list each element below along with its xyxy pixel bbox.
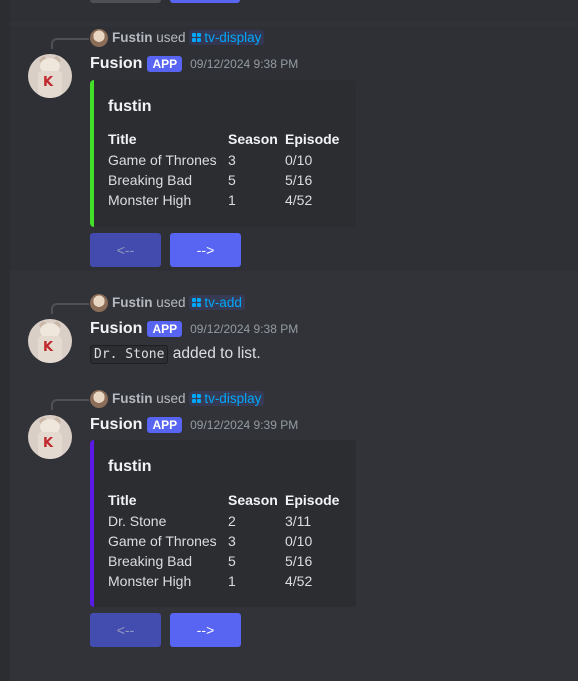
command-name: tv-add [204,295,242,310]
message-highlight [10,0,578,22]
field-value: 4/52 [285,192,313,208]
timestamp: 09/12/2024 9:39 PM [190,418,299,432]
slash-command-icon [192,298,201,307]
field-value: 3 [228,533,236,549]
field-value: 5 [228,553,236,569]
timestamp: 09/12/2024 9:38 PM [190,57,299,71]
reply-connector [51,303,89,314]
avatar[interactable]: K [28,54,72,98]
next-page-button[interactable]: --> [170,613,241,647]
reply-connector [51,38,89,49]
field-header: Title [108,492,137,508]
app-badge: APP [147,56,183,72]
inline-code: Dr. Stone [90,345,169,364]
field-value: Dr. Stone [108,513,167,529]
command-mention[interactable]: tv-display [189,30,265,45]
field-value: 0/10 [285,152,313,168]
author-name[interactable]: Fusion [90,416,142,434]
timestamp: 09/12/2024 9:38 PM [190,322,299,336]
field-value: Monster High [108,573,192,589]
prev-page-button[interactable]: <-- [90,613,161,647]
field-header: Episode [285,131,340,147]
left-gutter [0,0,10,681]
field-title: Title Game of Thrones Breaking Bad Monst… [108,128,217,210]
field-value: Breaking Bad [108,172,193,188]
field-header: Season [228,131,278,147]
message-content: Dr. Stone added to list. [90,345,261,364]
field-header: Season [228,492,278,508]
field-season: Season 2 3 5 1 [228,489,278,591]
field-value: 5/16 [285,172,313,188]
field-value: 2 [228,513,236,529]
field-value: 4/52 [285,573,313,589]
field-value: 0/10 [285,533,313,549]
field-value: Game of Thrones [108,533,217,549]
field-header: Title [108,131,137,147]
reply-used-label: used [156,30,186,45]
field-title: Title Dr. Stone Game of Thrones Breaking… [108,489,217,591]
embed-title: fustin [108,458,152,475]
field-header: Episode [285,492,340,508]
message-header: Fusion APP 09/12/2024 9:38 PM [90,320,298,338]
embed-title: fustin [108,98,152,115]
prev-page-button[interactable]: <-- [90,233,161,267]
reply-avatar[interactable] [90,29,108,47]
prev-button-partial[interactable] [90,0,161,3]
reply-connector [51,399,89,410]
next-button-partial[interactable] [170,0,240,3]
embed: fustin Title Game of Thrones Breaking Ba… [90,80,356,227]
field-value: 1 [228,573,236,589]
field-value: 5 [228,172,236,188]
avatar[interactable]: K [28,319,72,363]
reply-context: Fustin used tv-display [112,391,265,406]
reply-context: Fustin used tv-add [112,295,245,310]
author-name[interactable]: Fusion [90,320,142,338]
app-badge: APP [147,417,183,433]
slash-command-icon [192,33,201,42]
command-name: tv-display [204,30,262,45]
reply-used-label: used [156,391,186,406]
embed: fustin Title Dr. Stone Game of Thrones B… [90,440,356,607]
slash-command-icon [192,394,201,403]
reply-username[interactable]: Fustin [112,391,153,406]
reply-context: Fustin used tv-display [112,30,265,45]
reply-username[interactable]: Fustin [112,295,153,310]
field-value: Game of Thrones [108,152,217,168]
avatar[interactable]: K [28,415,72,459]
field-episode: Episode 3/11 0/10 5/16 4/52 [285,489,339,591]
author-name[interactable]: Fusion [90,55,142,73]
field-season: Season 3 5 1 [228,128,278,210]
app-badge: APP [147,321,183,337]
field-episode: Episode 0/10 5/16 4/52 [285,128,339,210]
command-name: tv-display [204,391,262,406]
field-value: Monster High [108,192,192,208]
message-header: Fusion APP 09/12/2024 9:38 PM [90,55,298,73]
reply-username[interactable]: Fustin [112,30,153,45]
reply-used-label: used [156,295,186,310]
next-page-button[interactable]: --> [170,233,241,267]
field-value: 3 [228,152,236,168]
field-value: 1 [228,192,236,208]
reply-avatar[interactable] [90,390,108,408]
command-mention[interactable]: tv-display [189,391,265,406]
reply-avatar[interactable] [90,294,108,312]
field-value: 5/16 [285,553,313,569]
message-header: Fusion APP 09/12/2024 9:39 PM [90,416,298,434]
command-mention[interactable]: tv-add [189,295,245,310]
message-text: added to list. [172,345,261,362]
field-value: Breaking Bad [108,553,193,569]
field-value: 3/11 [285,513,312,529]
